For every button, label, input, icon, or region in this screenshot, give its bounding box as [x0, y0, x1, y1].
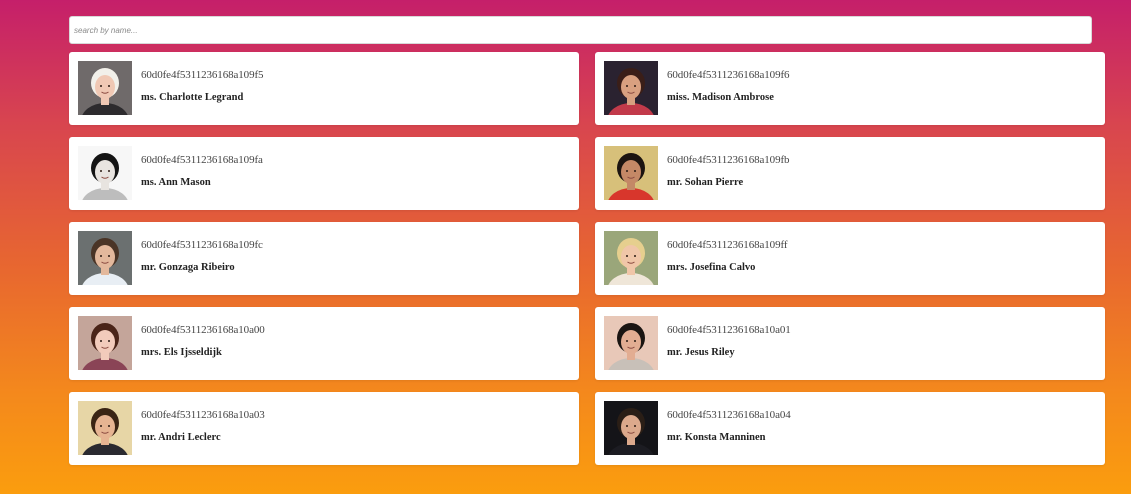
user-id: 60d0fe4f5311236168a109fc [141, 239, 263, 251]
user-id: 60d0fe4f5311236168a109fb [667, 154, 790, 166]
user-avatar [604, 401, 658, 455]
user-avatar [604, 61, 658, 115]
user-name: ms. Ann Mason [141, 177, 211, 188]
user-avatar [78, 231, 132, 285]
user-card[interactable]: 60d0fe4f5311236168a10a00 mrs. Els Ijssel… [69, 307, 579, 380]
user-name: mr. Gonzaga Ribeiro [141, 262, 235, 273]
user-name: mr. Sohan Pierre [667, 177, 744, 188]
person-photo-icon [78, 316, 132, 370]
user-name: ms. Charlotte Legrand [141, 92, 244, 103]
user-id: 60d0fe4f5311236168a10a01 [667, 324, 791, 336]
user-card[interactable]: 60d0fe4f5311236168a109f6 miss. Madison A… [595, 52, 1105, 125]
user-id: 60d0fe4f5311236168a109f6 [667, 69, 790, 81]
user-id: 60d0fe4f5311236168a109fa [141, 154, 263, 166]
user-avatar [78, 61, 132, 115]
person-photo-icon [78, 231, 132, 285]
user-avatar [604, 146, 658, 200]
user-name: mr. Andri Leclerc [141, 432, 221, 443]
user-card[interactable]: 60d0fe4f5311236168a10a03 mr. Andri Lecle… [69, 392, 579, 465]
user-name: mr. Konsta Manninen [667, 432, 766, 443]
user-id: 60d0fe4f5311236168a10a03 [141, 409, 265, 421]
user-id: 60d0fe4f5311236168a10a04 [667, 409, 791, 421]
person-photo-icon [604, 61, 658, 115]
user-card[interactable]: 60d0fe4f5311236168a10a04 mr. Konsta Mann… [595, 392, 1105, 465]
user-name: mrs. Josefina Calvo [667, 262, 756, 273]
user-card[interactable]: 60d0fe4f5311236168a109fb mr. Sohan Pierr… [595, 137, 1105, 210]
search-input[interactable] [69, 16, 1092, 44]
user-card[interactable]: 60d0fe4f5311236168a109f5 ms. Charlotte L… [69, 52, 579, 125]
person-photo-icon [604, 401, 658, 455]
user-id: 60d0fe4f5311236168a10a00 [141, 324, 265, 336]
user-card[interactable]: 60d0fe4f5311236168a10a01 mr. Jesus Riley [595, 307, 1105, 380]
user-avatar [78, 146, 132, 200]
person-photo-icon [78, 146, 132, 200]
user-name: mr. Jesus Riley [667, 347, 735, 358]
user-list: 60d0fe4f5311236168a109f5 ms. Charlotte L… [69, 52, 1105, 465]
person-photo-icon [604, 231, 658, 285]
user-avatar [78, 316, 132, 370]
person-photo-icon [604, 316, 658, 370]
user-id: 60d0fe4f5311236168a109f5 [141, 69, 264, 81]
user-name: mrs. Els Ijsseldijk [141, 347, 222, 358]
person-photo-icon [78, 401, 132, 455]
user-avatar [604, 231, 658, 285]
person-photo-icon [78, 61, 132, 115]
user-card[interactable]: 60d0fe4f5311236168a109fc mr. Gonzaga Rib… [69, 222, 579, 295]
user-card[interactable]: 60d0fe4f5311236168a109ff mrs. Josefina C… [595, 222, 1105, 295]
user-card[interactable]: 60d0fe4f5311236168a109fa ms. Ann Mason [69, 137, 579, 210]
user-avatar [78, 401, 132, 455]
user-name: miss. Madison Ambrose [667, 92, 774, 103]
user-avatar [604, 316, 658, 370]
person-photo-icon [604, 146, 658, 200]
user-id: 60d0fe4f5311236168a109ff [667, 239, 788, 251]
